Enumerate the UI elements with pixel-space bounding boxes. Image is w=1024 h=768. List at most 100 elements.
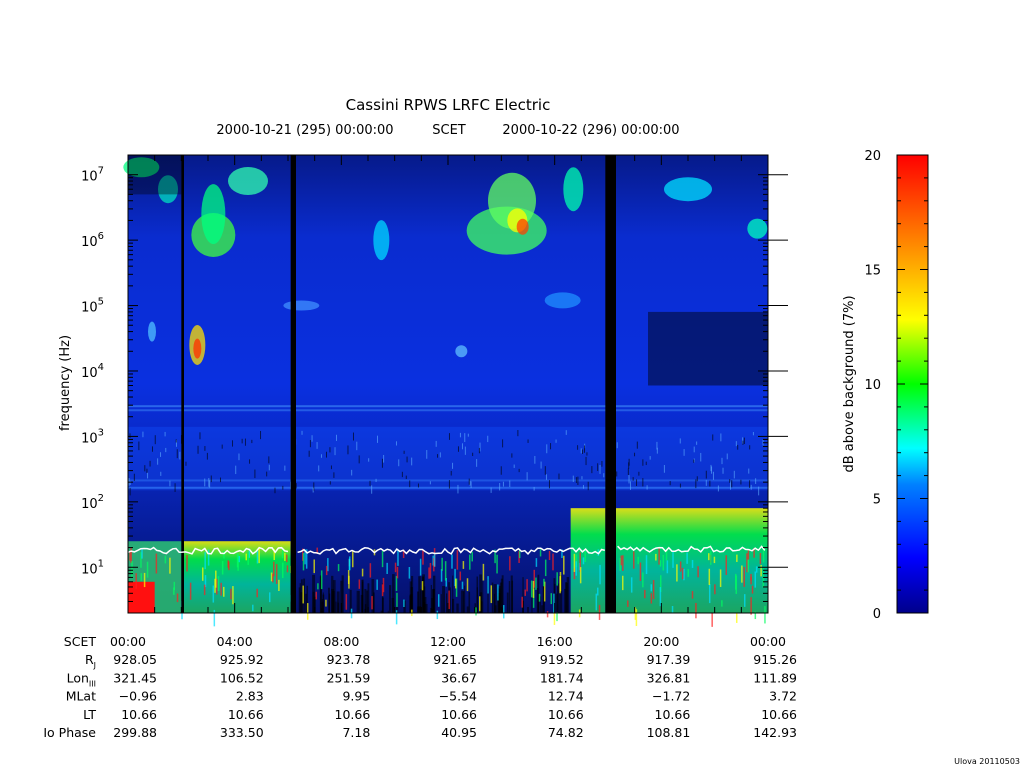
speckle [204,551,206,570]
speckle [256,588,258,598]
ephemeris-cell: 106.52 [220,670,264,685]
speckle [381,584,384,597]
ephemeris-cell: 10.66 [121,707,157,722]
speckle [513,464,515,468]
speckle [750,597,752,615]
speckle [254,469,256,479]
ephemeris-cell: 251.59 [327,670,371,685]
speckle [313,559,315,574]
speckle [454,578,457,589]
speckle [185,461,187,466]
speckle [599,465,601,474]
speckle [628,462,630,469]
ephemeris-cell: 181.74 [540,670,584,685]
speckle [433,552,436,567]
emission-blob [283,300,320,311]
speckle [759,553,762,565]
speckle [509,480,511,487]
harmonic-band [128,409,768,412]
emission-blob [516,218,529,235]
speckle [320,570,323,590]
speckle [475,607,477,616]
speckle [278,579,280,592]
y-tick-exponent: 3 [98,427,104,438]
speckle [656,447,658,454]
speckle [284,553,286,561]
speckle [329,447,331,453]
ephemeris-cell: 299.88 [113,725,157,740]
speckle [751,585,754,594]
speckle [368,458,370,462]
speckle [632,477,634,481]
speckle [146,468,148,473]
speckle [381,550,384,568]
noise-streak [299,583,301,613]
speckle [496,554,498,574]
speckle [749,480,751,488]
speckle [729,479,731,483]
y-tick-exponent: 6 [98,231,104,242]
speckle [741,565,743,583]
ephemeris-cell: 333.50 [220,725,264,740]
y-tick-label: 104 [81,362,104,381]
speckle [548,550,551,561]
noise-streak [332,590,335,613]
speckle [213,609,216,627]
speckle [210,475,212,483]
speckle [217,576,220,592]
noise-streak [493,593,495,613]
colorbar-tick-label: 5 [873,493,881,508]
speckle [693,446,695,453]
speckle [666,560,669,574]
speckle [212,585,215,603]
speckle [311,435,313,442]
speckle [286,565,289,573]
y-tick-exponent: 5 [98,297,104,308]
speckle [203,584,206,596]
colorbar-tick-label: 20 [864,149,881,164]
speckle [272,573,274,583]
speckle [499,483,501,491]
speckle [705,480,707,486]
speckle [470,481,472,488]
speckle [179,451,181,460]
speckle [441,557,443,571]
speckle [700,452,702,462]
noise-streak [442,586,445,613]
speckle [556,572,558,586]
speckle [138,441,140,451]
speckle [129,487,131,496]
speckle [325,599,327,607]
speckle [577,476,579,485]
speckle [577,445,579,450]
speckle [511,453,513,458]
speckle [141,547,143,559]
ephemeris-row-label: MLat [66,689,96,704]
speckle [552,553,554,571]
noise-streak [452,575,454,613]
noise-streak [446,593,448,613]
speckle [580,448,582,454]
ephemeris-cell: 7.18 [342,725,370,740]
ephemeris-time-label: 00:00 [750,634,786,649]
speckle [565,430,567,435]
speckle [206,452,208,460]
y-tick-exponent: 2 [98,493,104,504]
speckle [764,606,766,624]
speckle [634,452,636,457]
speckle [646,485,648,490]
noise-streak [423,597,427,613]
speckle [687,569,690,577]
speckle [174,483,176,492]
speckle [302,553,305,571]
speckle [645,461,647,466]
noise-streak [468,591,471,613]
ephemeris-cell: −0.96 [119,689,157,704]
speckle [268,456,270,464]
speckle [709,480,711,487]
speckle [679,561,682,572]
speckle [348,558,351,571]
speckle [155,553,158,574]
speckle [173,581,176,590]
ephemeris-row-label: Io Phase [43,725,96,740]
